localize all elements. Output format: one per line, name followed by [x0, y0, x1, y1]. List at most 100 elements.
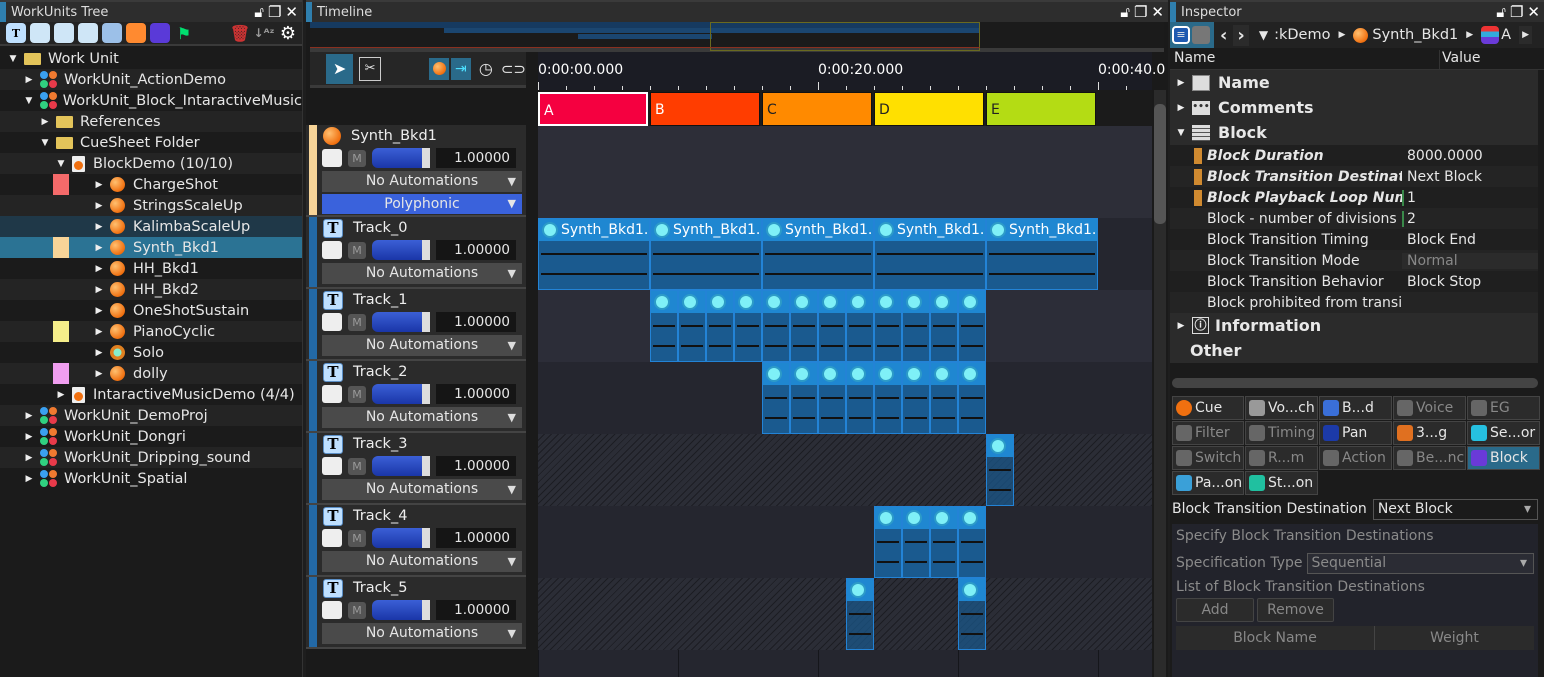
property-row[interactable]: Block - number of divisions 2	[1170, 208, 1538, 229]
tree-item[interactable]: ▶ WorkUnit_Dongri	[0, 426, 302, 447]
automation-select[interactable]: No Automations	[322, 479, 522, 500]
tree-item[interactable]: ▶ KalimbaScaleUp	[0, 216, 302, 237]
collapse-arrow-icon[interactable]: ▼	[8, 54, 18, 64]
timeline-scrollbar[interactable]	[1154, 90, 1166, 677]
track-lanes[interactable]: Synth_Bkd1.w Synth_Bkd1.w Synth_Bkd1.w Synt…	[538, 126, 1152, 677]
mute-button[interactable]: M	[348, 385, 366, 403]
waveform-clip[interactable]	[958, 578, 986, 650]
property-value[interactable]: 8000.0000	[1402, 148, 1538, 164]
collapse-arrow-icon[interactable]: ▼	[24, 96, 34, 106]
volume-value[interactable]: 1.00000	[436, 240, 516, 260]
waveform-clip[interactable]	[874, 506, 902, 578]
track-lane[interactable]: Synth_Bkd1.w Synth_Bkd1.w Synth_Bkd1.w Synt…	[538, 218, 1152, 290]
waveform-clip[interactable]	[734, 290, 762, 362]
property-row[interactable]: Block prohibited from transition	[1170, 292, 1538, 313]
block-c[interactable]: C	[762, 92, 872, 126]
select-tool-button[interactable]: ➤	[326, 53, 354, 84]
cue-mode-button[interactable]	[429, 57, 449, 80]
track-header[interactable]: T Track_3 M 1.00000 No Automations	[306, 433, 526, 505]
mute-button[interactable]: M	[348, 529, 366, 547]
sort-icon[interactable]: ↓ᴬᶻ	[254, 23, 275, 43]
track-header[interactable]: T Track_2 M 1.00000 No Automations	[306, 361, 526, 433]
expand-arrow-icon[interactable]: ▶	[94, 327, 104, 337]
tree-item[interactable]: ▼ CueSheet Folder	[0, 132, 302, 153]
track-lane[interactable]	[538, 362, 1152, 434]
volume-value[interactable]: 1.00000	[436, 312, 516, 332]
clapper-play-icon[interactable]	[54, 23, 74, 43]
mute-button[interactable]: M	[348, 149, 366, 167]
link-icon[interactable]: ⊂⊃	[501, 60, 526, 78]
envelope-icon[interactable]	[322, 149, 342, 167]
breadcrumb-item-0[interactable]: :kDemo	[1274, 27, 1330, 43]
expand-arrow-icon[interactable]: ▶	[94, 222, 104, 232]
component-button[interactable]: Pan	[1319, 421, 1392, 445]
volume-value[interactable]: 1.00000	[436, 528, 516, 548]
envelope-icon[interactable]	[322, 529, 342, 547]
tree-item[interactable]: ▶ WorkUnit_Dripping_sound	[0, 447, 302, 468]
waveform-clip[interactable]	[902, 506, 930, 578]
expand-arrow-icon[interactable]: ▶	[24, 474, 34, 484]
property-row[interactable]: Block Transition Timing Block End	[1170, 229, 1538, 250]
flag-icon[interactable]: ⚑	[174, 23, 194, 43]
clapper-screen-icon[interactable]	[78, 23, 98, 43]
envelope-icon[interactable]	[322, 313, 342, 331]
automation-select[interactable]: No Automations	[322, 551, 522, 572]
tree-item[interactable]: ▶ ChargeShot	[0, 174, 302, 195]
block-d[interactable]: D	[874, 92, 984, 126]
component-button[interactable]: Voice	[1393, 396, 1466, 420]
group-comments[interactable]: ▶ ••• Comments	[1170, 95, 1538, 120]
waveform-clip[interactable]	[930, 506, 958, 578]
breadcrumb-item-2[interactable]: A	[1501, 27, 1511, 43]
tree-item[interactable]: ▶ WorkUnit_DemoProj	[0, 405, 302, 426]
component-button[interactable]: Action	[1319, 446, 1392, 470]
transition-destination-select[interactable]: Next Block	[1372, 498, 1538, 520]
component-button[interactable]: Pa...on	[1172, 471, 1244, 495]
waveform-clip[interactable]	[818, 290, 846, 362]
track-lane[interactable]	[538, 434, 1152, 506]
snap-mode-button[interactable]: ⇥	[450, 57, 471, 80]
track-lane[interactable]	[538, 290, 1152, 362]
property-row[interactable]: Block Playback Loop Number1	[1170, 187, 1538, 208]
tree-item[interactable]: ▶ Solo	[0, 342, 302, 363]
spec-type-select[interactable]: Sequential	[1306, 552, 1534, 574]
volume-slider[interactable]	[372, 312, 430, 332]
tree-item[interactable]: ▼ BlockDemo (10/10)	[0, 153, 302, 174]
waveform-clip[interactable]	[874, 290, 902, 362]
track-header[interactable]: T Track_4 M 1.00000 No Automations	[306, 505, 526, 577]
automation-select[interactable]: No Automations	[322, 171, 522, 192]
waveform-clip[interactable]	[958, 290, 986, 362]
component-button[interactable]: Se...or	[1467, 421, 1540, 445]
cut-tool-button[interactable]: ✂	[359, 56, 382, 81]
envelope-icon[interactable]	[322, 601, 342, 619]
expand-arrow-icon[interactable]: ▶	[94, 180, 104, 190]
waveform-clip[interactable]	[958, 506, 986, 578]
waveform-clip[interactable]	[874, 362, 902, 434]
block-e[interactable]: E	[986, 92, 1096, 126]
remove-button[interactable]: Remove	[1257, 598, 1334, 622]
tree-item[interactable]: ▼ Work Unit	[0, 48, 302, 69]
tree-item[interactable]: ▶ PianoCyclic	[0, 321, 302, 342]
automation-select[interactable]: No Automations	[322, 407, 522, 428]
close-icon[interactable]: ✕	[1151, 3, 1164, 21]
property-row[interactable]: Block Transition Mode Normal	[1170, 250, 1538, 271]
tree-item[interactable]: ▶ dolly	[0, 363, 302, 384]
property-value[interactable]: Block End	[1402, 232, 1538, 248]
component-button[interactable]: B...d	[1319, 396, 1392, 420]
waveform-clip[interactable]	[846, 290, 874, 362]
waveform-clip[interactable]: Synth_Bkd1.w	[874, 218, 986, 290]
expand-arrow-icon[interactable]: ▶	[24, 453, 34, 463]
mute-button[interactable]: M	[348, 241, 366, 259]
waveform-clip[interactable]	[846, 362, 874, 434]
tree-item[interactable]: ▶ OneShotSustain	[0, 300, 302, 321]
component-button[interactable]: Switch	[1172, 446, 1244, 470]
tree-item[interactable]: ▼ WorkUnit_Block_IntaractiveMusic	[0, 90, 302, 111]
collapse-arrow-icon[interactable]: ▼	[40, 138, 50, 148]
waveform-clip[interactable]	[762, 362, 790, 434]
envelope-icon[interactable]	[322, 241, 342, 259]
text-icon[interactable]: T	[6, 23, 26, 43]
group-name[interactable]: ▶ Name	[1170, 70, 1538, 95]
expand-arrow-icon[interactable]: ▶	[94, 306, 104, 316]
automation-select[interactable]: No Automations	[322, 335, 522, 356]
waveform-clip[interactable]	[958, 362, 986, 434]
volume-slider[interactable]	[372, 148, 430, 168]
